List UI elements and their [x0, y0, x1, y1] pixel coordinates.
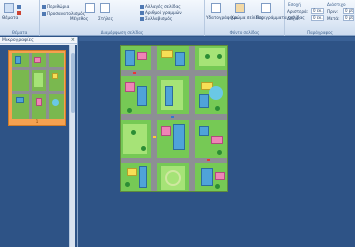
map-roundabout [165, 170, 181, 186]
map-road [189, 46, 195, 191]
size-icon[interactable] [85, 3, 95, 13]
right-indent-label: Δεξιά: [287, 16, 301, 21]
themes-button[interactable]: Θέματα [2, 15, 18, 20]
ribbon: Θέματα Θέματα Περιθώρια Προσανατολισμός … [0, 0, 355, 36]
themes-icon[interactable] [4, 3, 14, 13]
indent-label: Εσοχή [288, 2, 301, 7]
map-building [137, 52, 147, 60]
map-tree [217, 150, 222, 155]
map-building [211, 136, 223, 144]
right-indent-field[interactable]: 0 εκ. [311, 15, 324, 21]
thumbnails-pane-header: Μικρογραφίες × [0, 37, 77, 44]
map-building [173, 124, 185, 150]
spacing-label: Διάστιχο [327, 2, 346, 7]
after-field[interactable]: 0 pt [343, 15, 354, 21]
line-numbers-button[interactable]: Αριθμοί γραμμών [140, 10, 182, 15]
map-building [215, 172, 225, 180]
map-road [121, 114, 227, 120]
fonts-icon[interactable] [17, 10, 22, 15]
margins-button[interactable]: Περιθώρια [42, 4, 69, 9]
scrollbar-thumb[interactable] [71, 53, 75, 113]
page-thumbnail-selected[interactable]: 1 [8, 50, 66, 126]
ruler [79, 37, 355, 41]
map-tree [215, 106, 220, 111]
page-thumbnail-image [12, 53, 64, 119]
page-background-group: Υδατογράφημα Χρώμα σελίδας Περιγράμματα … [205, 0, 305, 36]
colors-icon[interactable] [17, 4, 22, 9]
close-icon[interactable]: × [71, 37, 75, 44]
map-tree [217, 54, 222, 59]
map-tree [141, 146, 146, 151]
map-building [175, 52, 185, 66]
map-car [153, 136, 156, 138]
page-background-group-label: Φόντο σελίδας [229, 30, 260, 35]
map-road [151, 46, 157, 191]
themes-group-label: Θέματα [11, 30, 28, 35]
breaks-button[interactable]: Αλλαγές σελίδας [140, 4, 181, 9]
map-road [121, 70, 227, 76]
left-indent-field[interactable]: 0 εκ. [311, 8, 324, 14]
map-tree [205, 54, 210, 59]
paragraph-group: Εσοχή Αριστερά: 0 εκ. Δεξιά: 0 εκ. Διάστ… [285, 0, 355, 36]
map-road [121, 158, 227, 163]
map-car [133, 72, 136, 74]
hyphenation-button[interactable]: Συλλαβισμός [140, 16, 172, 21]
map-building [165, 86, 173, 106]
watermark-icon[interactable] [211, 3, 221, 13]
document-page[interactable] [120, 45, 228, 192]
before-label: Πριν: [327, 9, 338, 14]
map-building [127, 168, 137, 176]
paragraph-group-label: Παράγραφος [307, 30, 333, 35]
page-setup-group: Περιθώρια Προσανατολισμός Μέγεθος Στήλες… [40, 0, 205, 36]
map-building [161, 126, 171, 136]
map-building [125, 50, 135, 66]
map-building [199, 94, 209, 108]
page-setup-group-label: Διαμόρφωση σελίδας [100, 30, 144, 35]
after-label: Μετά: [327, 16, 340, 21]
columns-icon[interactable] [100, 3, 110, 13]
map-building [199, 126, 209, 136]
size-button[interactable]: Μέγεθος [70, 16, 88, 21]
map-building [137, 86, 147, 106]
thumbnails-scrollbar[interactable] [69, 45, 75, 247]
thumbnails-pane-title: Μικρογραφίες [2, 38, 34, 43]
columns-button[interactable]: Στήλες [98, 16, 113, 21]
page-borders-icon[interactable] [261, 3, 271, 13]
map-building [139, 166, 147, 188]
before-field[interactable]: 0 pt [343, 8, 354, 14]
thumbnails-pane: Μικρογραφίες × 1 [0, 37, 78, 247]
map-tree [125, 182, 130, 187]
left-indent-label: Αριστερά: [287, 9, 309, 14]
map-tree [131, 130, 136, 135]
thumbnails-list[interactable]: 1 [0, 45, 77, 247]
map-car [171, 116, 174, 118]
themes-group: Θέματα Θέματα [0, 0, 40, 36]
map-building [161, 50, 173, 58]
page-thumbnail-number: 1 [35, 119, 39, 124]
map-car [207, 159, 210, 161]
map-pond [209, 86, 223, 100]
map-building [201, 168, 213, 186]
page-color-icon[interactable] [235, 3, 245, 13]
map-tree [127, 108, 132, 113]
map-tree [215, 184, 220, 189]
map-building [125, 82, 135, 92]
